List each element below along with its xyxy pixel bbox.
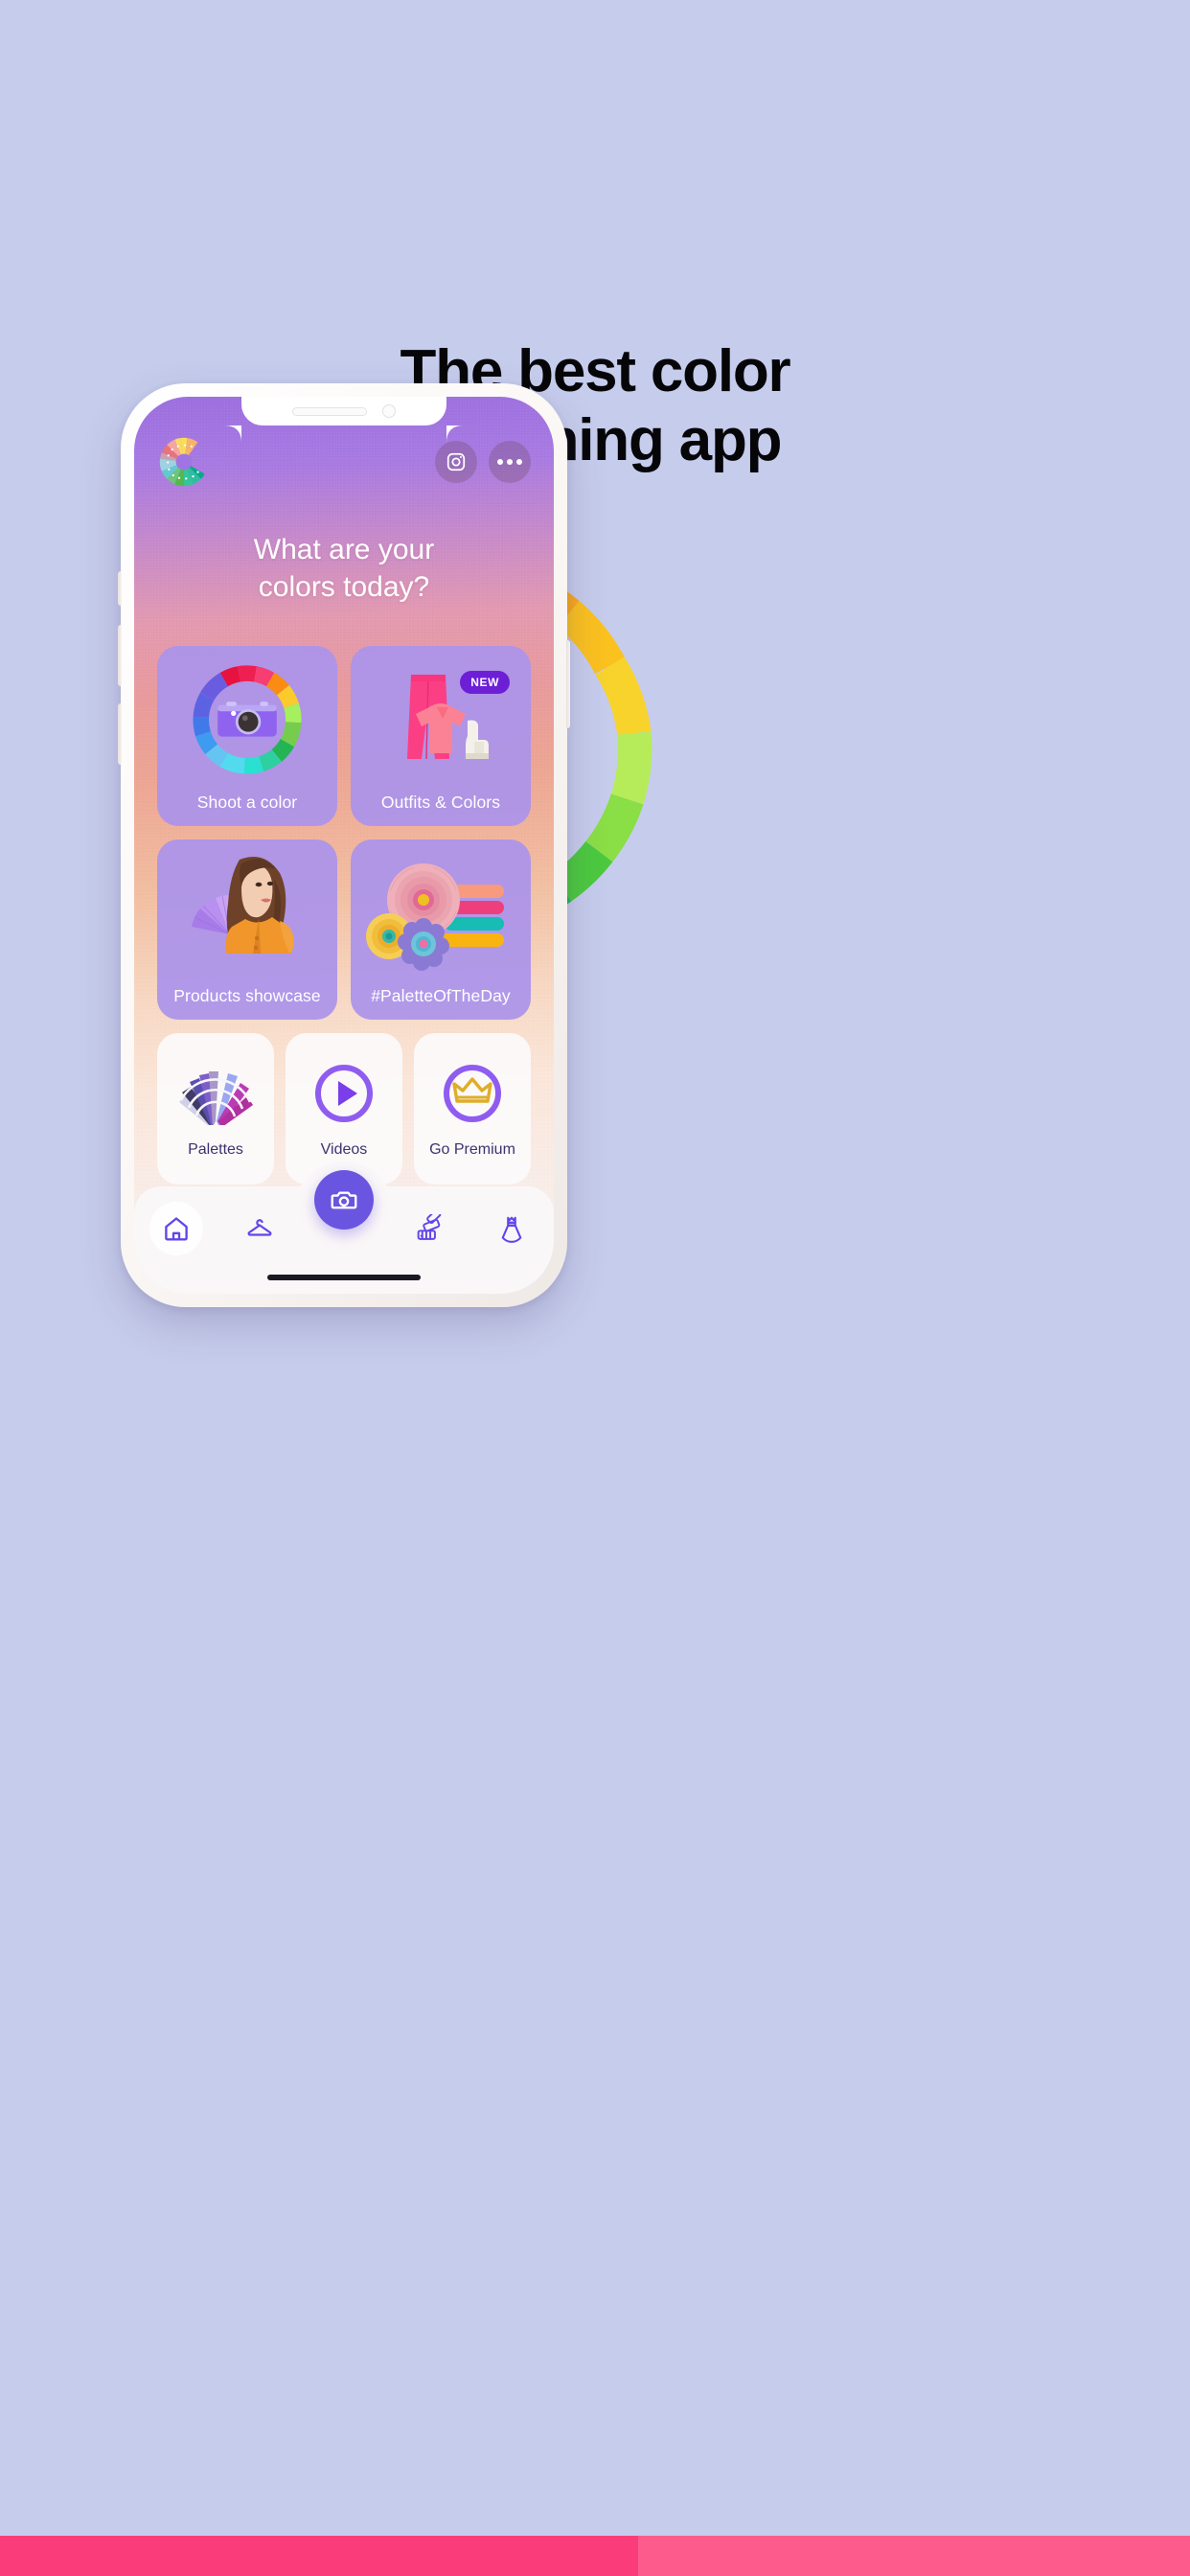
paper-flowers-art xyxy=(351,840,531,987)
card-label: Palettes xyxy=(188,1141,243,1158)
camera-fab[interactable] xyxy=(313,1170,374,1230)
screen-title-line-2: colors today? xyxy=(258,571,430,603)
swatch-fan-icon xyxy=(178,1059,253,1128)
card-go-premium[interactable]: Go Premium xyxy=(414,1033,531,1184)
card-label: Videos xyxy=(320,1141,368,1158)
camera-color-wheel-art xyxy=(157,646,337,794)
card-shoot-a-color[interactable]: Shoot a color xyxy=(157,646,337,826)
notch-corner-right xyxy=(446,426,464,443)
color-wheel-logo[interactable] xyxy=(157,435,211,489)
card-outfits-and-colors[interactable]: NEW Outfits & Colors xyxy=(351,646,531,826)
strip-left xyxy=(0,2536,638,2576)
new-badge: NEW xyxy=(460,671,510,694)
phone-mute-switch xyxy=(118,571,122,606)
screen-title: What are your colors today? xyxy=(134,531,554,606)
card-label: Outfits & Colors xyxy=(380,793,501,812)
phone-notch xyxy=(241,397,446,426)
nav-home[interactable] xyxy=(146,1202,207,1255)
bottom-color-strip xyxy=(0,2536,1190,2576)
feature-card-grid: Shoot a color NEW Outfits & Colors Produ… xyxy=(157,646,531,1020)
earpiece-speaker xyxy=(292,406,367,416)
nav-wardrobe[interactable] xyxy=(229,1202,290,1255)
outfit-art xyxy=(351,646,531,794)
model-art xyxy=(157,840,337,987)
notch-corner-left xyxy=(224,426,241,443)
card-label: #PaletteOfTheDay xyxy=(371,986,511,1005)
card-label: Go Premium xyxy=(429,1141,515,1158)
screen-title-line-1: What are your xyxy=(253,534,435,565)
nav-dress[interactable] xyxy=(481,1202,542,1255)
card-label: Shoot a color xyxy=(196,793,298,812)
card-palette-of-the-day[interactable]: #PaletteOfTheDay xyxy=(351,840,531,1020)
camera-glyph xyxy=(217,702,277,737)
app-screen: What are your colors today? Shoot a colo… xyxy=(134,397,554,1294)
app-header xyxy=(134,435,554,489)
phone-volume-down xyxy=(118,703,122,765)
ellipsis-icon xyxy=(497,459,522,465)
strip-right xyxy=(638,2536,1190,2576)
card-label: Products showcase xyxy=(173,986,321,1005)
crown-circle-icon xyxy=(441,1059,504,1128)
phone-mockup: What are your colors today? Shoot a colo… xyxy=(118,383,570,1307)
home-indicator xyxy=(267,1275,421,1280)
more-options-icon[interactable] xyxy=(489,441,531,483)
card-products-showcase[interactable]: Products showcase xyxy=(157,840,337,1020)
phone-power-button xyxy=(566,640,570,728)
nav-palettes[interactable] xyxy=(398,1202,459,1255)
phone-volume-up xyxy=(118,625,122,686)
front-camera-dot xyxy=(382,404,396,418)
play-circle-icon xyxy=(312,1059,376,1128)
card-palettes[interactable]: Palettes xyxy=(157,1033,274,1184)
instagram-icon[interactable] xyxy=(435,441,477,483)
header-actions xyxy=(435,441,531,483)
nav-camera[interactable] xyxy=(313,1170,375,1230)
